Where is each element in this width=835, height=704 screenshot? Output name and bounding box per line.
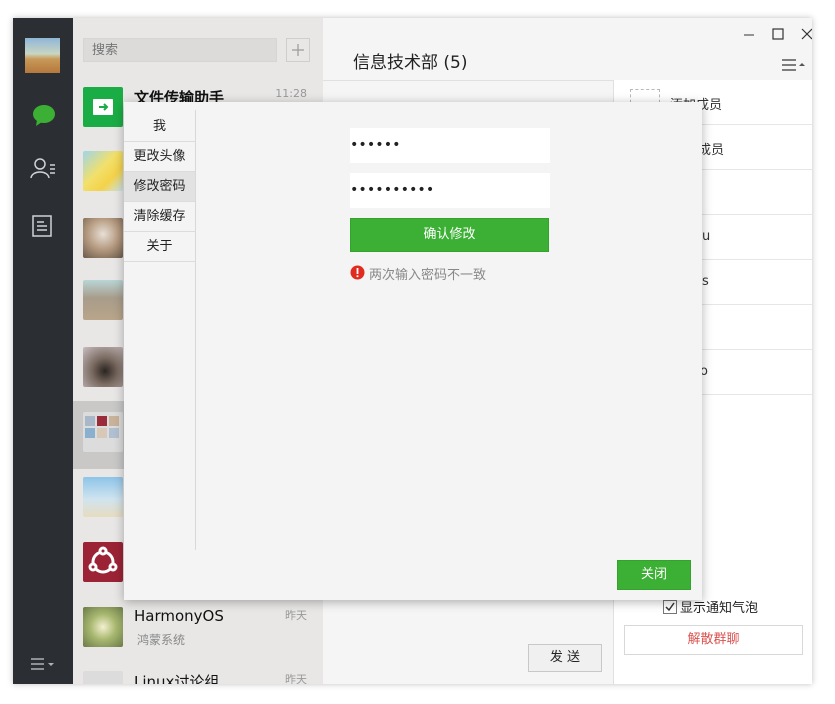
avatar	[83, 280, 123, 320]
search-input[interactable]	[83, 38, 277, 62]
error-icon	[350, 265, 365, 280]
conversation-time: 昨天	[285, 673, 307, 684]
notify-checkbox[interactable]	[663, 600, 677, 614]
avatar	[83, 477, 123, 517]
menu-item-me[interactable]: 我	[124, 112, 195, 142]
conversation-time: 11:28	[275, 87, 307, 100]
conversation-time: 昨天	[285, 609, 307, 622]
close-dialog-button[interactable]: 关闭	[617, 560, 691, 590]
close-window-button[interactable]	[799, 26, 812, 42]
group-avatar	[83, 412, 123, 452]
left-rail	[13, 18, 73, 684]
file-transfer-icon	[83, 87, 123, 127]
settings-dialog: 我 更改头像 修改密码 清除缓存 关于 •••••• •••••••••• 确认…	[124, 102, 702, 600]
list-item[interactable]: HarmonyOS 鸿蒙系统 昨天	[73, 598, 323, 666]
conversation-name: HarmonyOS	[134, 607, 224, 625]
avatar	[83, 151, 123, 191]
menu-item-change-avatar[interactable]: 更改头像	[124, 142, 195, 172]
avatar	[83, 607, 123, 647]
avatar	[83, 347, 123, 387]
menu-item-change-password[interactable]: 修改密码	[124, 172, 195, 202]
ubuntu-icon	[83, 542, 123, 582]
confirm-change-button[interactable]: 确认修改	[350, 218, 549, 252]
settings-menu: 我 更改头像 修改密码 清除缓存 关于	[124, 110, 196, 550]
password-field[interactable]: ••••••	[350, 128, 550, 163]
chat-menu-icon[interactable]	[781, 58, 807, 72]
menu-icon[interactable]	[31, 657, 55, 671]
send-button[interactable]: 发 送	[528, 644, 602, 672]
list-item[interactable]: Linux讨论组 昨天	[73, 666, 323, 684]
maximize-button[interactable]	[770, 26, 786, 42]
error-message: 两次输入密码不一致	[369, 268, 487, 283]
conversation-name: Linux讨论组	[134, 673, 220, 684]
contacts-icon[interactable]	[30, 156, 56, 180]
add-chat-button[interactable]	[286, 38, 310, 62]
member-name: u	[702, 229, 711, 244]
favorites-icon[interactable]	[32, 215, 52, 237]
member-name: s	[702, 274, 709, 289]
group-avatar	[83, 671, 123, 684]
chat-title: 信息技术部 (5)	[353, 53, 468, 73]
chat-icon[interactable]	[31, 102, 57, 128]
minimize-button[interactable]	[741, 26, 757, 42]
user-avatar[interactable]	[25, 38, 60, 73]
conversation-preview: 鸿蒙系统	[137, 633, 186, 647]
dissolve-group-button[interactable]: 解散群聊	[624, 625, 803, 655]
menu-item-about[interactable]: 关于	[124, 232, 195, 262]
avatar	[83, 218, 123, 258]
menu-item-clear-cache[interactable]: 清除缓存	[124, 202, 195, 232]
confirm-password-field[interactable]: ••••••••••	[350, 173, 550, 208]
